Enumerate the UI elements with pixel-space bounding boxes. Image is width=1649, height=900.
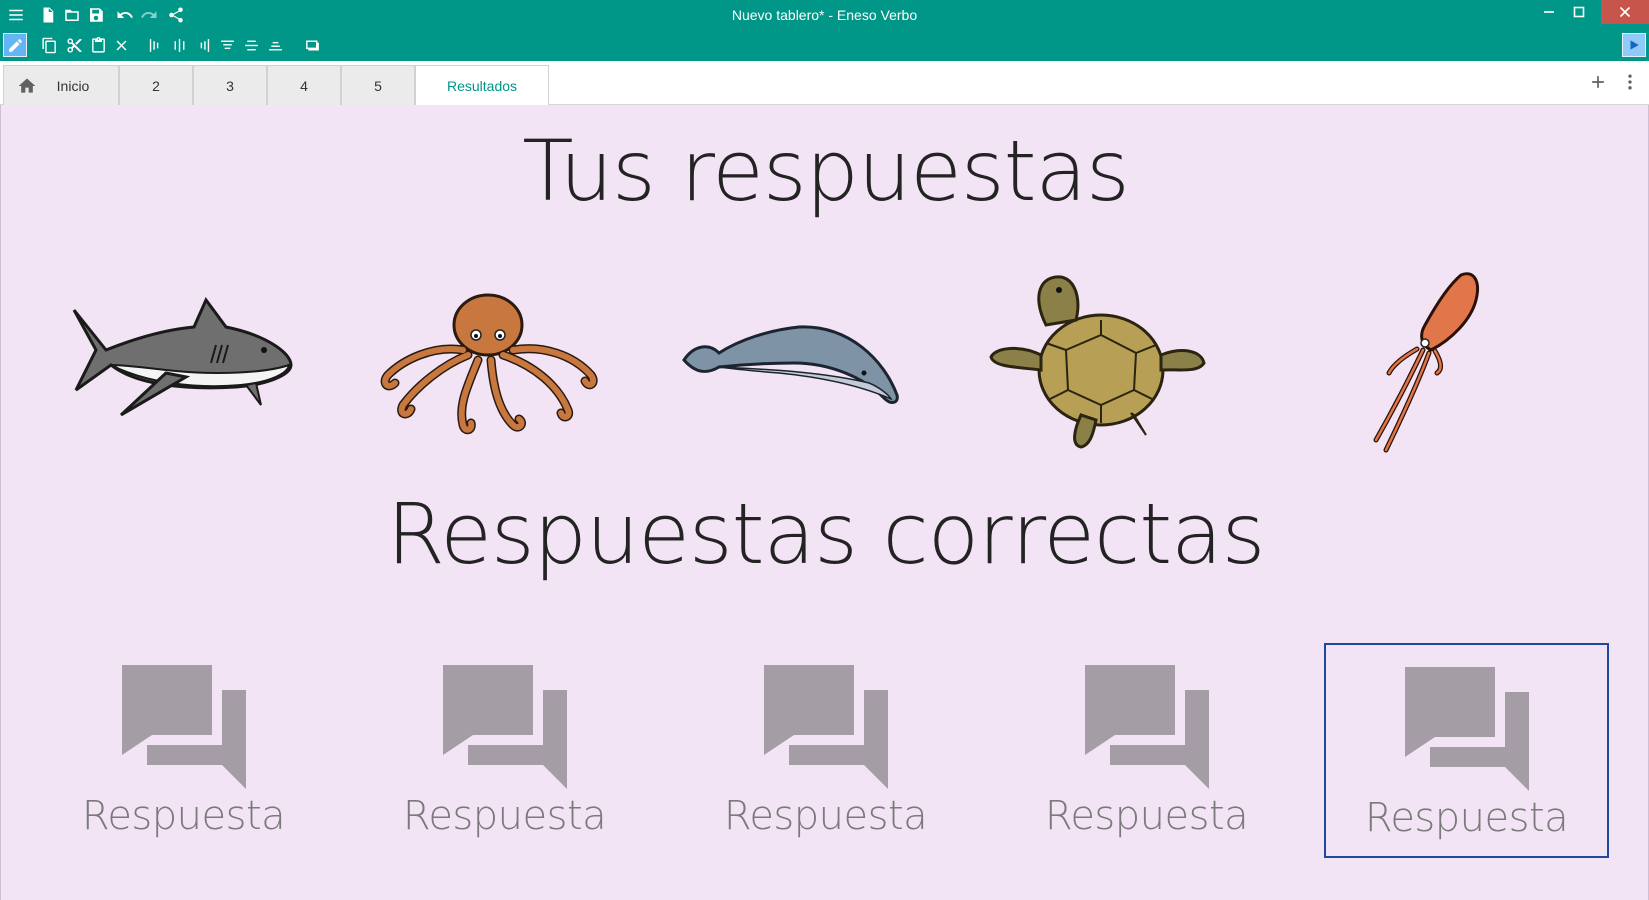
cut-icon[interactable] (64, 35, 84, 55)
board-canvas: Tus respuestas Respuestas correctas Resp… (0, 105, 1649, 900)
heading-respuestas-correctas: Respuestas correctas (386, 485, 1266, 583)
turtle-image[interactable] (986, 265, 1226, 465)
edit-mode-icon[interactable] (3, 33, 27, 57)
tab-inicio[interactable]: Inicio (3, 65, 119, 105)
maximize-icon[interactable] (1557, 0, 1601, 24)
tab-label: 5 (374, 77, 382, 94)
answer-label: Respuesta (81, 793, 286, 839)
chat-bubbles-icon (442, 665, 567, 789)
delete-icon[interactable] (111, 35, 131, 55)
tab-3[interactable]: 3 (193, 65, 267, 105)
tab-label: 3 (226, 77, 234, 94)
edit-toolbar (0, 30, 1649, 61)
answer-label: Respuesta (723, 793, 928, 839)
window-title: Nuevo tablero* - Eneso Verbo (731, 7, 918, 23)
squid-image[interactable] (1291, 265, 1531, 465)
answer-label: Respuesta (1044, 793, 1249, 839)
play-button[interactable] (1622, 33, 1646, 57)
chat-bubbles-icon (1084, 665, 1209, 789)
align-center-icon[interactable] (169, 35, 189, 55)
align-left-icon[interactable] (145, 35, 165, 55)
answer-label: Respuesta (402, 793, 607, 839)
tab-2[interactable]: 2 (119, 65, 193, 105)
home-icon (17, 76, 37, 96)
chat-bubbles-icon (121, 665, 246, 789)
chat-bubbles-icon (1404, 667, 1529, 791)
align-right-icon[interactable] (193, 35, 213, 55)
answer-label: Respuesta (1364, 795, 1569, 841)
whale-image[interactable] (679, 265, 919, 465)
tab-resultados[interactable]: Resultados (415, 65, 549, 106)
align-bottom-icon[interactable] (265, 35, 285, 55)
align-top-icon[interactable] (217, 35, 237, 55)
copy-icon[interactable] (39, 35, 59, 55)
answer-cell[interactable]: Respuesta (41, 643, 326, 858)
tab-label: Inicio (56, 77, 90, 94)
shark-image[interactable] (66, 265, 306, 465)
octopus-image[interactable] (373, 265, 613, 465)
align-middle-icon[interactable] (241, 35, 261, 55)
tab-label: 4 (300, 77, 308, 94)
chat-bubbles-icon (763, 665, 888, 789)
tab-label: 2 (152, 77, 160, 94)
tab-bar: Inicio 2 3 4 5 Resultados (0, 61, 1649, 106)
heading-tus-respuestas: Tus respuestas (522, 122, 1130, 220)
answer-cell[interactable]: Respuesta (1004, 643, 1289, 858)
answer-cell-selected[interactable]: Respuesta (1324, 643, 1609, 858)
more-options-icon[interactable] (1619, 71, 1641, 93)
answer-cell[interactable]: Respuesta (362, 643, 647, 858)
paste-icon[interactable] (88, 35, 108, 55)
tab-5[interactable]: 5 (341, 65, 415, 105)
answer-cell[interactable]: Respuesta (683, 643, 968, 858)
tab-4[interactable]: 4 (267, 65, 341, 105)
add-tab-icon[interactable] (1587, 71, 1609, 93)
close-window-icon[interactable] (1601, 0, 1649, 24)
cards-icon[interactable] (302, 35, 322, 55)
tab-label: Resultados (446, 78, 518, 94)
title-bar: Nuevo tablero* - Eneso Verbo (0, 0, 1649, 30)
